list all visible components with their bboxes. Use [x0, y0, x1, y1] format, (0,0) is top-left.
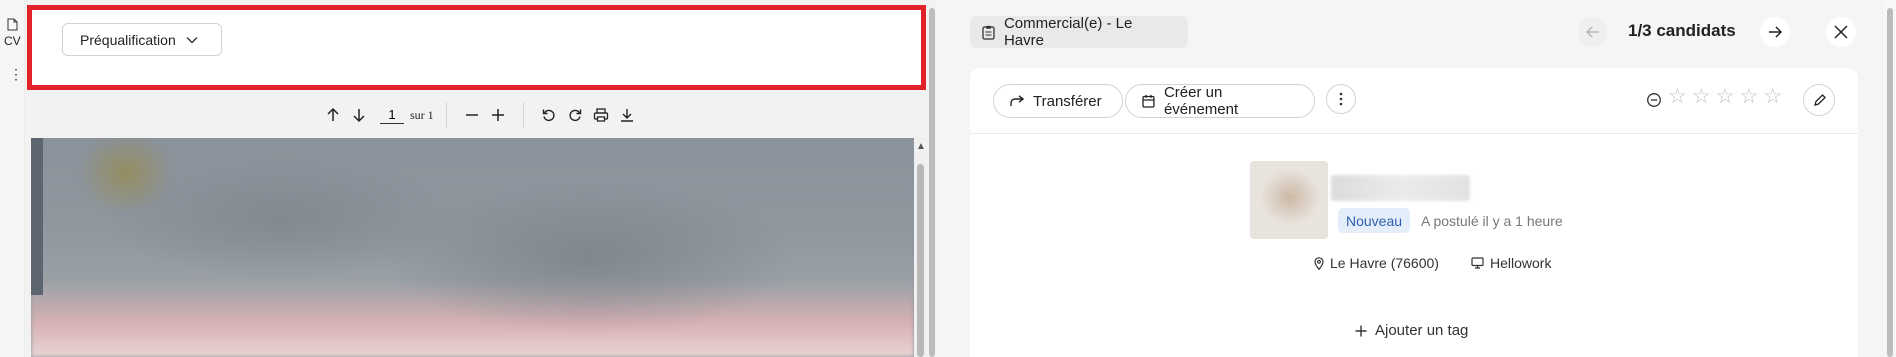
avatar	[1250, 161, 1328, 239]
pdf-scrollbar-thumb[interactable]	[917, 164, 924, 357]
candidate-source: Hellowork	[1471, 255, 1551, 271]
candidate-name-redacted	[1331, 175, 1470, 201]
arrow-left-icon	[1586, 26, 1599, 38]
right-pane-scrollbar-thumb[interactable]	[1887, 8, 1893, 357]
pdf-page-preview	[31, 138, 914, 357]
monitor-icon	[1471, 257, 1484, 269]
share-forward-icon	[1010, 95, 1024, 106]
close-button[interactable]	[1826, 17, 1856, 47]
clipboard-icon	[982, 25, 995, 40]
print-icon[interactable]	[588, 102, 614, 128]
page-number-input[interactable]	[380, 106, 404, 124]
candidate-counter: 1/3 candidats	[1628, 21, 1736, 40]
job-title: Commercial(e) - Le Havre	[1003, 15, 1133, 49]
cv-label[interactable]: CV	[4, 34, 21, 48]
plus-icon	[1355, 325, 1367, 336]
download-icon[interactable]	[614, 102, 640, 128]
file-icon[interactable]	[5, 18, 19, 34]
applied-time: A postulé il y a 1 heure	[1421, 213, 1563, 229]
arrow-right-icon	[1769, 26, 1782, 38]
rotate-right-icon[interactable]	[562, 102, 588, 128]
minus-icon[interactable]	[459, 102, 485, 128]
chevron-down-icon	[186, 36, 198, 43]
right-pane-scrollbar[interactable]	[1884, 0, 1896, 357]
arrow-up-icon[interactable]	[320, 102, 346, 128]
stage-select-label: Préqualification	[80, 31, 176, 48]
toolbar-divider	[445, 102, 447, 128]
star-icon[interactable]: ☆	[1668, 86, 1687, 108]
stage-select-button[interactable]: Préqualification	[62, 23, 222, 56]
left-rail: CV ⋮	[0, 0, 25, 357]
create-event-label: Créer un événement	[1163, 84, 1239, 118]
more-vertical-icon	[1339, 92, 1343, 106]
toolbar-divider	[522, 102, 524, 128]
minus-circle-icon	[1647, 93, 1661, 107]
star-icon[interactable]: ☆	[1763, 86, 1782, 108]
star-icon[interactable]: ☆	[1739, 86, 1758, 108]
more-actions-button[interactable]	[1326, 84, 1356, 114]
arrow-down-icon[interactable]	[346, 102, 372, 128]
page-edge	[31, 138, 43, 295]
pdf-toolbar: sur 1	[320, 100, 640, 130]
transfer-label: Transférer	[1033, 92, 1102, 110]
pencil-icon	[1813, 93, 1826, 106]
previous-candidate-button[interactable]	[1578, 17, 1608, 47]
pdf-scrollbar[interactable]: ▲	[914, 138, 927, 357]
scroll-up-arrow-icon[interactable]: ▲	[916, 141, 926, 152]
job-chip[interactable]: Commercial(e) - Le Havre	[970, 15, 1188, 49]
candidate-location: Le Havre (76600)	[1314, 255, 1439, 271]
plus-icon[interactable]	[485, 102, 511, 128]
add-tag-label: Ajouter un tag	[1375, 322, 1469, 339]
card-divider	[970, 133, 1858, 134]
clear-rating-button[interactable]	[1646, 92, 1662, 108]
transfer-button[interactable]: Transférer	[993, 84, 1123, 118]
rating-stars: ☆ ☆ ☆ ☆ ☆	[1668, 86, 1782, 108]
more-vertical-icon[interactable]: ⋮	[9, 66, 23, 83]
status-badge: Nouveau	[1338, 208, 1411, 233]
page-total-label: sur 1	[410, 107, 434, 122]
source-text: Hellowork	[1490, 255, 1552, 271]
next-candidate-button[interactable]	[1760, 17, 1790, 47]
add-tag-button[interactable]: Ajouter un tag	[1355, 322, 1468, 339]
rotate-left-icon[interactable]	[536, 102, 562, 128]
create-event-button[interactable]: Créer un événement	[1125, 84, 1315, 118]
location-text: Le Havre (76600)	[1330, 255, 1439, 271]
star-icon[interactable]: ☆	[1716, 86, 1735, 108]
close-icon	[1834, 25, 1848, 39]
star-icon[interactable]: ☆	[1692, 86, 1711, 108]
map-pin-icon	[1314, 256, 1324, 270]
blurred-document-image	[31, 138, 914, 357]
calendar-icon	[1142, 94, 1155, 108]
edit-button[interactable]	[1803, 84, 1835, 116]
